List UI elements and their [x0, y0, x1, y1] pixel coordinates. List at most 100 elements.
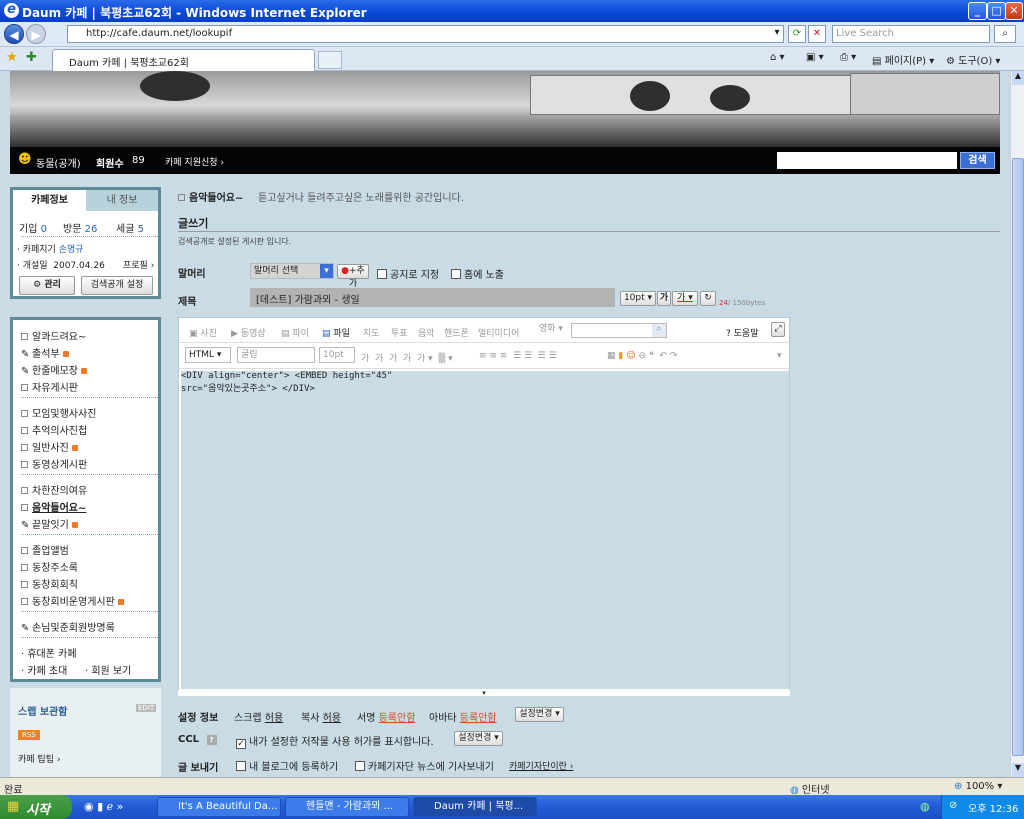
menu-item[interactable]: 차한잔의여유	[21, 482, 87, 497]
ccl-change-button[interactable]: 설정변경 ▾	[454, 731, 503, 746]
menu-item[interactable]: ✎ 끝말잇기	[21, 516, 78, 531]
editor-pie-button[interactable]: ▤ 파이	[281, 326, 309, 339]
profile-link[interactable]: 프로필 ›	[123, 258, 154, 271]
forward-button[interactable]: ▶	[26, 24, 46, 44]
new-tab-button[interactable]	[318, 51, 342, 69]
menu-item[interactable]: 졸업앨범	[21, 542, 69, 557]
menu-item-active[interactable]: 음악들어요~	[21, 499, 86, 514]
start-button[interactable]: ▦ 시작	[0, 795, 72, 819]
cafe-support-link[interactable]: 카페 지원신청 ›	[165, 155, 224, 168]
menu-item[interactable]: 동창회회칙	[21, 576, 78, 591]
editor-more-icon[interactable]: ▾	[777, 351, 782, 361]
menu-item[interactable]: 모임및행사사진	[21, 405, 96, 420]
admin-button[interactable]: ⚙ 관리	[19, 276, 75, 295]
title-bold-button[interactable]: 가	[657, 291, 671, 306]
live-search-input[interactable]: Live Search	[832, 25, 990, 43]
scroll-up-icon[interactable]: ▲	[1012, 71, 1024, 85]
editor-photo-button[interactable]: ▣ 사진	[189, 326, 217, 339]
add-favorites-icon[interactable]: ✚	[26, 50, 37, 65]
scrap-edit-button[interactable]: EDIT	[136, 704, 157, 712]
editor-extra-select[interactable]: 영화 ▾	[536, 323, 570, 338]
rss-button[interactable]: RSS	[18, 730, 40, 740]
network-icon[interactable]: ◍	[920, 800, 930, 813]
menu-item[interactable]: ✎ 손님및준회원방명록	[21, 619, 115, 634]
editor-format-icons[interactable]: 가 가 가 가 가 ▾ ▒ ▾	[361, 351, 453, 364]
menu-item[interactable]: ✎ 한줄메모장	[21, 362, 87, 377]
stop-icon[interactable]: ✕	[808, 25, 826, 43]
editor-size-select[interactable]: 10pt	[319, 347, 355, 363]
editor-insert-icons[interactable]: ▦ ▮ ☺ ⊖ ❝ ↶ ↷	[607, 351, 677, 361]
address-bar[interactable]: http://cafe.daum.net/lookupif	[67, 25, 784, 43]
blog-checkbox[interactable]: 내 블로그에 등록하기	[236, 758, 338, 773]
tools-menu[interactable]: ⚙ 도구(O) ▾	[946, 52, 1000, 67]
menu-item[interactable]: 자유게시판	[21, 379, 78, 394]
editor-align-icons[interactable]: ≡ ≡ ≡ ☰ ☰ ☰ ☰	[479, 351, 557, 361]
title-color-button[interactable]: 가 ▾	[672, 291, 698, 306]
settings-change-button[interactable]: 설정변경 ▾	[515, 707, 564, 722]
refresh-icon[interactable]: ⟳	[788, 25, 806, 43]
editor-music-button[interactable]: 음악	[418, 326, 435, 339]
notice-checkbox[interactable]: 공지로 지정	[377, 266, 439, 281]
quicklaunch-icons[interactable]: ◉ ▮ ℯ »	[84, 800, 123, 813]
header-select[interactable]: 말머리 선택 ▾	[250, 263, 334, 279]
address-dropdown-icon[interactable]: ▾	[770, 25, 784, 43]
feeds-icon[interactable]: ▣ ▾	[806, 52, 824, 63]
menu-item[interactable]: 추억의사진첩	[21, 422, 87, 437]
cafe-search-button[interactable]: 검색	[960, 152, 995, 169]
taskbar-item[interactable]: It's A Beautiful Da...	[157, 797, 281, 817]
page-menu[interactable]: ▤ 페이지(P) ▾	[872, 52, 934, 67]
minimize-button[interactable]: _	[968, 2, 987, 20]
editor-phone-button[interactable]: 핸드폰	[444, 326, 469, 339]
add-header-button[interactable]: ●+추가	[337, 264, 369, 289]
manager-name[interactable]: 손명규	[59, 245, 84, 255]
scroll-down-icon[interactable]: ▼	[1012, 763, 1024, 777]
news-info-link[interactable]: 카페기자단이란 ›	[509, 759, 573, 772]
editor-video-button[interactable]: ▶ 동영상	[231, 326, 266, 339]
search-icon[interactable]: ⌕	[994, 25, 1016, 43]
home-checkbox[interactable]: 홈에 노출	[451, 266, 504, 281]
menu-item[interactable]: 동창주소록	[21, 559, 78, 574]
ccl-checkbox[interactable]: ✓ 내가 설정한 저작물 사용 허가를 표시합니다.	[236, 733, 434, 749]
taskbar-item-active[interactable]: Daum 카페 | 북평...	[413, 797, 537, 817]
scrollbar-thumb[interactable]	[1012, 158, 1024, 756]
menu-item[interactable]: 일반사진	[21, 439, 78, 454]
editor-mode-select[interactable]: HTML ▾	[185, 347, 231, 363]
editor-extra-search[interactable]: ⌕	[571, 323, 667, 338]
editor-help-link[interactable]: ? 도움말	[726, 326, 758, 339]
cafe-invite-link[interactable]: · 카페 초대	[21, 662, 67, 677]
editor-font-select[interactable]: 굴림	[237, 347, 315, 363]
title-font-size-select[interactable]: 10pt ▾	[620, 291, 656, 306]
zoom-level[interactable]: ⊕ 100% ▾	[954, 781, 1002, 792]
tab-daum-cafe[interactable]: Daum 카페 | 북평초교62회	[52, 49, 315, 71]
title-reset-icon[interactable]: ↻	[700, 291, 716, 306]
window-titlebar[interactable]: e Daum 카페 | 북평초교62회 - Windows Internet E…	[0, 0, 1024, 22]
menu-item[interactable]: 동창회비운영게시판	[21, 593, 124, 608]
editor-poll-button[interactable]: 투표	[391, 326, 408, 339]
content-editor[interactable]: ▣ 사진 ▶ 동영상 ▤ 파이 ▤ 파일 지도 투표 음악 핸드폰 멀티미디어 …	[178, 317, 790, 691]
search-setting-button[interactable]: 검색공개 설정	[81, 276, 153, 295]
editor-expand-icon[interactable]: ⤢	[771, 322, 785, 337]
cafe-tip-link[interactable]: 카페 팁팁 ›	[18, 752, 60, 765]
print-icon[interactable]: ⎙ ▾	[840, 52, 856, 63]
members-view-link[interactable]: · 회원 보기	[85, 662, 131, 677]
tray-icon[interactable]: ⊘	[949, 800, 957, 811]
back-button[interactable]: ◀	[4, 24, 24, 44]
mobile-cafe-link[interactable]: · 휴대폰 카페	[21, 645, 77, 660]
maximize-button[interactable]: □	[987, 2, 1006, 20]
editor-map-button[interactable]: 지도	[363, 326, 380, 339]
favorites-star-icon[interactable]: ★	[6, 50, 18, 65]
title-input[interactable]: [데스트] 가람과뫼 - 생일	[250, 288, 615, 307]
home-icon[interactable]: ⌂ ▾	[770, 52, 785, 63]
news-checkbox[interactable]: 카페기자단 뉴스에 기사보내기	[355, 758, 494, 773]
tab-my-info[interactable]: 내 정보	[86, 190, 158, 211]
close-button[interactable]: ✕	[1005, 2, 1023, 20]
cafe-search-input[interactable]	[777, 152, 957, 169]
editor-resize-handle[interactable]: ▾	[178, 690, 790, 697]
vertical-scrollbar[interactable]: ▲ ▼	[1010, 71, 1024, 777]
editor-content-area[interactable]: <DIV align="center"> <EMBED height="45" …	[181, 371, 789, 689]
editor-file-button[interactable]: ▤ 파일	[322, 326, 350, 339]
menu-item[interactable]: ✎ 출석부	[21, 345, 69, 360]
editor-multimedia-button[interactable]: 멀티미디어	[478, 326, 519, 339]
tab-cafe-info[interactable]: 카페정보	[13, 190, 86, 211]
menu-item[interactable]: 알콰드려요~	[21, 328, 86, 343]
